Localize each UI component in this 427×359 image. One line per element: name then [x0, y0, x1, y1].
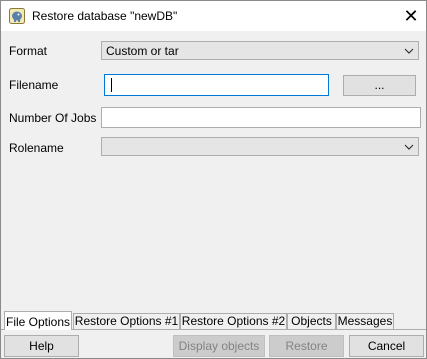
filename-label: Filename	[9, 78, 59, 92]
jobs-label: Number Of Jobs	[9, 111, 97, 125]
close-icon: ✕	[403, 5, 419, 26]
tab-messages[interactable]: Messages	[336, 313, 394, 329]
tab-objects[interactable]: Objects	[287, 313, 336, 329]
rolename-select[interactable]	[101, 137, 419, 156]
cancel-button[interactable]: Cancel	[349, 335, 424, 357]
close-button[interactable]: ✕	[396, 1, 426, 31]
title-bar: Restore database "newDB" ✕	[1, 1, 426, 31]
help-button[interactable]: Help	[4, 335, 79, 357]
format-select-value: Custom or tar	[106, 44, 179, 58]
restore-dialog: Restore database "newDB" ✕ Format Custom…	[0, 0, 427, 359]
filename-input[interactable]	[104, 74, 329, 96]
restore-button[interactable]: Restore	[269, 335, 344, 357]
tab-restore-options-1[interactable]: Restore Options #1	[73, 313, 180, 329]
format-select[interactable]: Custom or tar	[101, 41, 419, 60]
tab-restore-options-2[interactable]: Restore Options #2	[180, 313, 287, 329]
number-of-jobs-input[interactable]	[101, 107, 421, 128]
chevron-down-icon	[404, 144, 414, 150]
text-caret	[111, 78, 112, 92]
window-title: Restore database "newDB"	[32, 9, 178, 23]
format-label: Format	[9, 44, 48, 58]
rolename-label: Rolename	[9, 141, 64, 155]
display-objects-button[interactable]: Display objects	[173, 335, 265, 357]
pgadmin-elephant-icon	[9, 8, 25, 24]
tab-file-options[interactable]: File Options	[4, 311, 72, 330]
chevron-down-icon	[404, 48, 414, 54]
browse-file-button[interactable]: ...	[343, 75, 416, 96]
